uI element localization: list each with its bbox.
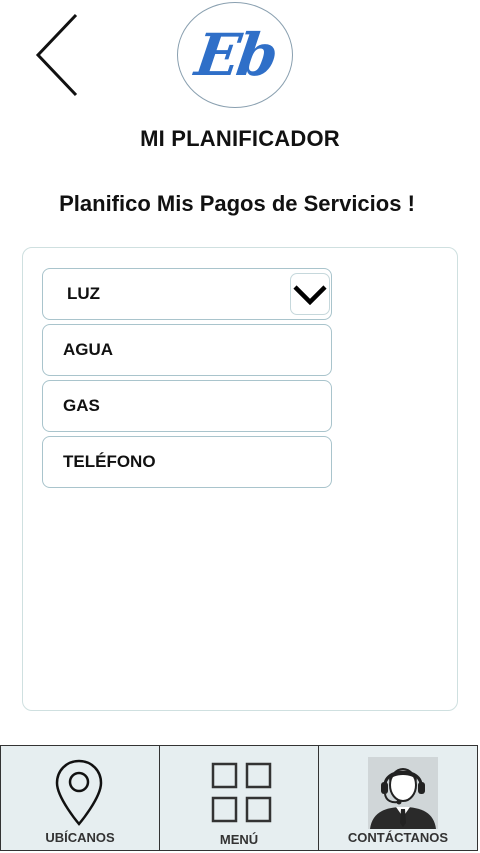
service-option-label: TELÉFONO (63, 452, 156, 471)
back-arrow-icon (35, 13, 78, 97)
dropdown-toggle-button[interactable] (290, 273, 330, 315)
service-option-label: GAS (63, 396, 100, 415)
chevron-down-icon (293, 285, 327, 305)
service-option-agua[interactable]: AGUA (42, 324, 332, 376)
nav-label: UBÍCANOS (45, 830, 115, 845)
nav-label: CONTÁCTANOS (347, 830, 449, 845)
back-button[interactable] (28, 10, 88, 100)
app-logo: Eb (177, 2, 293, 108)
service-option-telefono[interactable]: TELÉFONO (42, 436, 332, 488)
page-title: MI PLANIFICADOR (140, 126, 340, 151)
nav-label: MENÚ (219, 832, 259, 847)
bottom-nav: UBÍCANOS MENÚ CONTÁCTANOS (0, 745, 478, 851)
service-select-value: LUZ (67, 284, 101, 303)
logo-text: Eb (190, 21, 280, 89)
nav-item-ubicanos[interactable]: UBÍCANOS (1, 746, 160, 850)
grid-menu-icon (211, 762, 272, 823)
service-option-gas[interactable]: GAS (42, 380, 332, 432)
location-pin-icon (55, 759, 103, 826)
support-agent-icon (368, 757, 438, 829)
page-subtitle: Planifico Mis Pagos de Servicios ! (59, 191, 415, 216)
nav-item-menu[interactable]: MENÚ (160, 746, 319, 850)
nav-item-contactanos[interactable]: CONTÁCTANOS (319, 746, 477, 850)
service-select[interactable]: LUZ (42, 268, 332, 320)
service-option-label: AGUA (63, 340, 114, 359)
